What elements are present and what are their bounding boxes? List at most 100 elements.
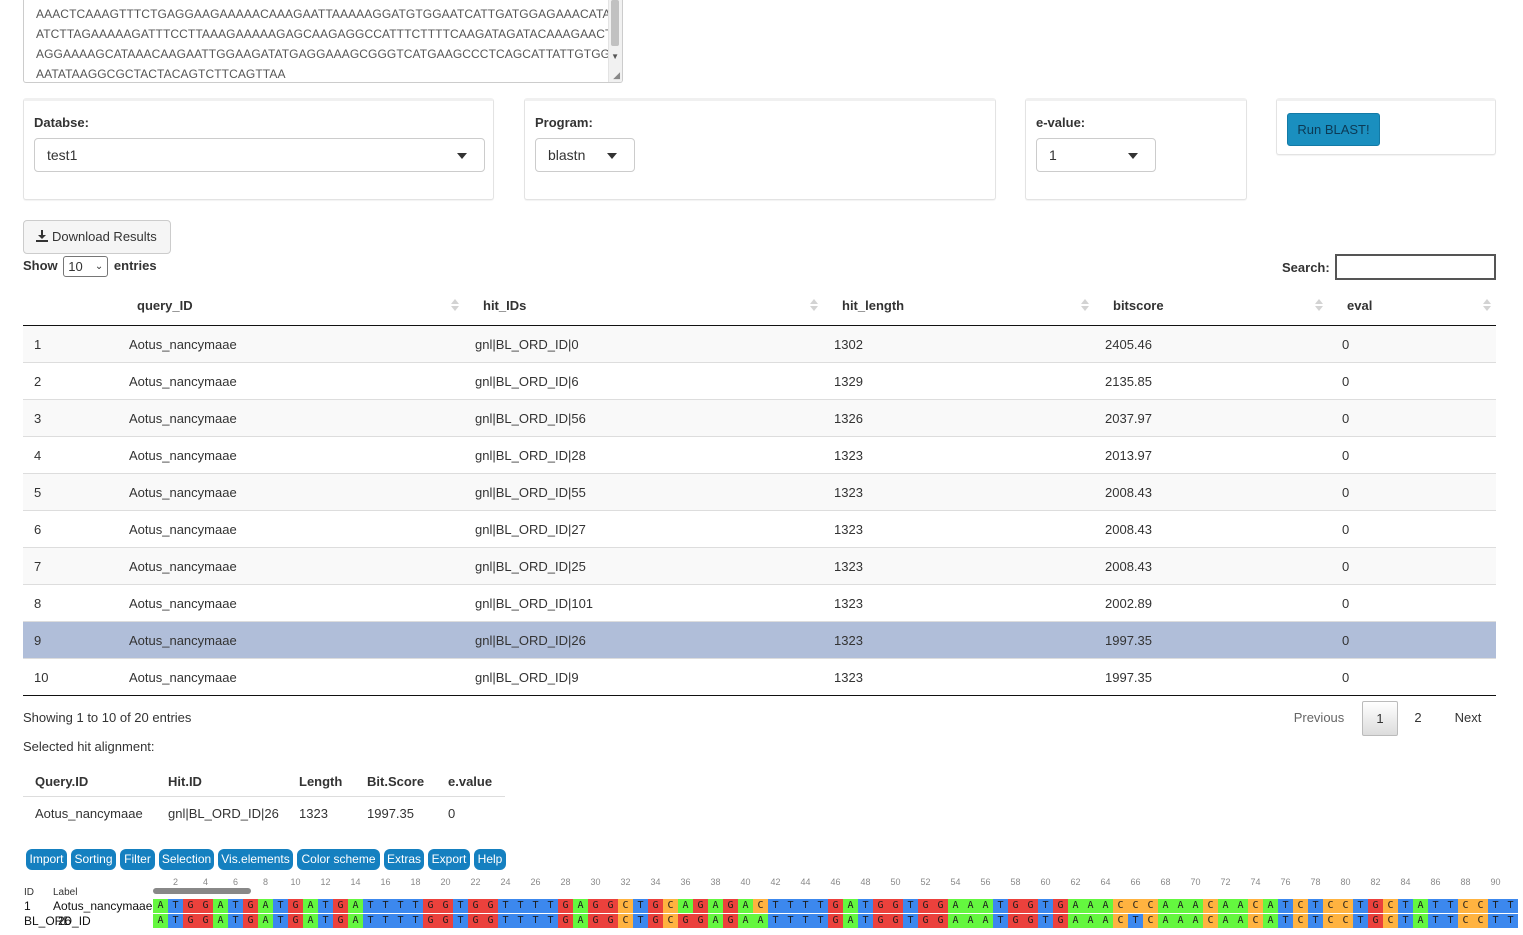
table-row[interactable]: 10 Aotus_nancymaae gnl|BL_ORD_ID|9 1323 1997… [23, 659, 1496, 696]
sort-icon[interactable] [1483, 298, 1491, 312]
nucleotide-cell: T [813, 899, 828, 913]
selected-header-evalue: e.value [448, 774, 493, 789]
table-row[interactable]: 3 Aotus_nancymaae gnl|BL_ORD_ID|56 1326 2037… [23, 400, 1496, 437]
menu-import[interactable]: Import [26, 849, 67, 870]
resize-grip-icon[interactable]: ◢ [613, 70, 620, 81]
ruler-tick: 4 [202, 877, 209, 887]
table-row[interactable]: 5 Aotus_nancymaae gnl|BL_ORD_ID|55 1323 2008… [23, 474, 1496, 511]
nucleotide-cell: G [333, 899, 348, 913]
nucleotide-cell: A [948, 899, 963, 913]
search-input[interactable] [1335, 254, 1496, 280]
ruler-tick: 48 [860, 877, 871, 887]
evalue-select[interactable]: 1 [1036, 138, 1156, 172]
download-results-button[interactable]: Download Results [23, 220, 171, 254]
nucleotide-cell: A [1158, 914, 1173, 928]
table-cell: 0 [1342, 411, 1350, 426]
scrollbar-thumb[interactable] [611, 0, 619, 46]
divider [23, 796, 505, 797]
menu-extras[interactable]: Extras [384, 849, 424, 870]
entries-select[interactable]: 10 ⌄ [63, 256, 109, 277]
table-cell: Aotus_nancymaae [129, 670, 237, 685]
menu-selection[interactable]: Selection [159, 849, 214, 870]
menu-sorting[interactable]: Sorting [71, 849, 116, 870]
table-cell: Aotus_nancymaae [129, 596, 237, 611]
table-row[interactable]: 1 Aotus_nancymaae gnl|BL_ORD_ID|0 1302 2405.… [23, 326, 1496, 363]
msa-id-header: ID [24, 887, 34, 898]
msa-position-slider[interactable] [153, 888, 251, 894]
nucleotide-cell: G [1008, 914, 1023, 928]
column-header-query-id[interactable]: query_ID [137, 298, 193, 313]
table-row[interactable]: 9 Aotus_nancymaae gnl|BL_ORD_ID|26 1323 1997… [23, 622, 1496, 659]
database-select[interactable]: test1 [34, 138, 485, 172]
sort-icon[interactable] [451, 298, 459, 312]
nucleotide-cell: G [1368, 899, 1383, 913]
entries-label: entries [113, 257, 157, 273]
column-header-hit-ids[interactable]: hit_IDs [483, 298, 526, 313]
program-label: Program: [535, 115, 593, 130]
nucleotide-cell: C [1203, 899, 1218, 913]
nucleotide-cell: G [828, 914, 843, 928]
table-row[interactable]: 8 Aotus_nancymaae gnl|BL_ORD_ID|101 1323 200… [23, 585, 1496, 622]
nucleotide-cell: A [213, 914, 228, 928]
pagination-next[interactable]: Next [1446, 701, 1490, 736]
table-row[interactable]: 2 Aotus_nancymaae gnl|BL_ORD_ID|6 1329 2135.… [23, 363, 1496, 400]
nucleotide-cell: A [1413, 899, 1428, 913]
table-cell: 0 [1342, 670, 1350, 685]
ruler-tick: 44 [800, 877, 811, 887]
sort-icon[interactable] [1315, 298, 1323, 312]
nucleotide-cell: G [1023, 899, 1038, 913]
chevron-down-icon: ⌄ [94, 261, 104, 272]
nucleotide-cell: A [1158, 899, 1173, 913]
table-cell: gnl|BL_ORD_ID|101 [475, 596, 594, 611]
program-select[interactable]: blastn [535, 138, 635, 172]
table-row[interactable]: 7 Aotus_nancymaae gnl|BL_ORD_ID|25 1323 2008… [23, 548, 1496, 585]
nucleotide-cell: G [873, 899, 888, 913]
nucleotide-cell: G [423, 899, 438, 913]
table-cell: Aotus_nancymaae [129, 448, 237, 463]
table-cell: 1 [34, 337, 42, 352]
table-cell: 0 [1342, 337, 1350, 352]
table-info: Showing 1 to 10 of 20 entries [23, 710, 192, 725]
nucleotide-cell: T [1488, 914, 1503, 928]
ruler-tick: 90 [1490, 877, 1501, 887]
nucleotide-cell: C [1113, 914, 1128, 928]
pagination-previous[interactable]: Previous [1287, 701, 1351, 736]
chevron-down-icon [457, 153, 467, 159]
table-cell: 1323 [834, 448, 863, 463]
menu-export[interactable]: Export [428, 849, 470, 870]
menu-filter[interactable]: Filter [120, 849, 155, 870]
table-cell: 2 [34, 374, 42, 389]
nucleotide-cell: T [363, 899, 378, 913]
nucleotide-cell: T [1128, 914, 1143, 928]
table-row[interactable]: 4 Aotus_nancymaae gnl|BL_ORD_ID|28 1323 2013… [23, 437, 1496, 474]
nucleotide-cell: G [468, 899, 483, 913]
scroll-down-icon[interactable]: ▼ [611, 52, 619, 61]
ruler-tick: 80 [1340, 877, 1351, 887]
column-header-hit-length[interactable]: hit_length [842, 298, 904, 313]
nucleotide-cell: C [1293, 914, 1308, 928]
run-blast-button[interactable]: Run BLAST! [1287, 113, 1380, 146]
sort-icon[interactable] [1081, 298, 1089, 312]
nucleotide-cell: G [1008, 899, 1023, 913]
menu-color-scheme[interactable]: Color scheme [297, 849, 380, 870]
sequence-textarea[interactable]: AAACTCAAAGTTTCTGAGGAAGAAAAACAAAGAATTAAAA… [23, 0, 623, 83]
nucleotide-cell: C [1458, 914, 1473, 928]
nucleotide-cell: T [168, 914, 183, 928]
column-header-eval[interactable]: eval [1347, 298, 1372, 313]
msa-sequence-row[interactable]: ATGGATGATGATGATTTTGGTGGTTTTGAGGCTGCAGAGA… [153, 899, 1518, 913]
nucleotide-cell: T [513, 899, 528, 913]
nucleotide-cell: G [483, 914, 498, 928]
nucleotide-cell: T [1353, 914, 1368, 928]
menu-vis-elements[interactable]: Vis.elements [218, 849, 293, 870]
pagination-page-1[interactable]: 1 [1362, 701, 1398, 736]
ruler-tick: 20 [440, 877, 451, 887]
table-row[interactable]: 6 Aotus_nancymaae gnl|BL_ORD_ID|27 1323 2008… [23, 511, 1496, 548]
msa-sequence-row[interactable]: ATGGATGATGATGATTTTGGTGGTTTTGAGGCTGCGGAGA… [153, 914, 1518, 928]
nucleotide-cell: T [378, 899, 393, 913]
pagination-page-2[interactable]: 2 [1402, 701, 1434, 736]
table-cell: gnl|BL_ORD_ID|26 [475, 633, 586, 648]
nucleotide-cell: G [198, 899, 213, 913]
sort-icon[interactable] [810, 298, 818, 312]
menu-help[interactable]: Help [474, 849, 506, 870]
column-header-bitscore[interactable]: bitscore [1113, 298, 1164, 313]
